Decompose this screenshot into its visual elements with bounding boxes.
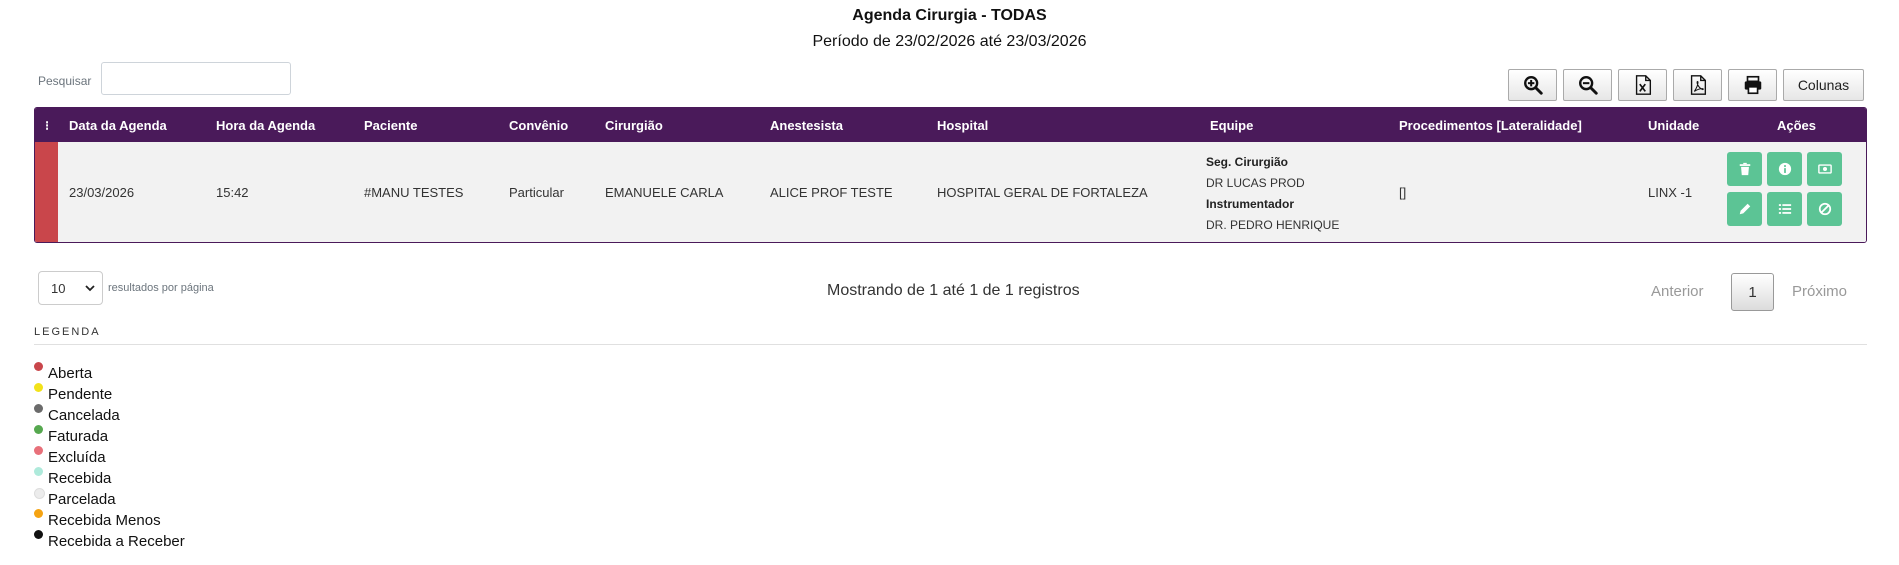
info-icon xyxy=(1778,162,1791,176)
cell-insurance: Particular xyxy=(509,185,564,200)
excel-icon xyxy=(1635,75,1651,95)
cell-date: 23/03/2026 xyxy=(69,185,135,200)
legend-label: Cancelada xyxy=(48,407,120,424)
legend-dot xyxy=(34,425,43,434)
cancel-button[interactable] xyxy=(1807,192,1842,226)
columns-button[interactable]: Colunas xyxy=(1783,69,1864,101)
cell-hospital: HOSPITAL GERAL DE FORTALEZA xyxy=(937,185,1148,200)
zoom-in-icon xyxy=(1523,76,1543,95)
col-team[interactable]: Equipe xyxy=(1210,118,1253,133)
col-anesthetist[interactable]: Anestesista xyxy=(770,118,843,133)
period-subtitle: Período de 23/02/2026 até 23/03/2026 xyxy=(812,33,1087,50)
table-header: ⁝ Data da Agenda Hora da Agenda Paciente… xyxy=(35,108,1866,142)
zoom-in-button[interactable] xyxy=(1508,69,1557,101)
cell-anesthetist: ALICE PROF TESTE xyxy=(770,185,893,200)
cell-surgeon: EMANUELE CARLA xyxy=(605,185,724,200)
trash-icon xyxy=(1739,162,1750,176)
legend-label: Parcelada xyxy=(48,491,116,508)
cell-team: Seg. Cirurgião DR LUCAS PROD Instrumenta… xyxy=(1206,152,1339,236)
legend-dot xyxy=(34,404,43,413)
col-procedures[interactable]: Procedimentos [Lateralidade] xyxy=(1399,118,1582,133)
legend-label: Aberta xyxy=(48,365,93,382)
cell-time: 15:42 xyxy=(216,185,249,200)
col-time[interactable]: Hora da Agenda xyxy=(216,118,315,133)
records-info: Mostrando de 1 até 1 de 1 registros xyxy=(827,282,1080,299)
legend-dot xyxy=(34,362,43,371)
team-role: Seg. Cirurgião xyxy=(1206,155,1289,169)
table-row[interactable]: 23/03/2026 15:42 #MANU TESTES Particular… xyxy=(35,142,1866,242)
cell-patient: #MANU TESTES xyxy=(364,185,464,200)
ban-icon xyxy=(1818,202,1831,216)
info-button[interactable] xyxy=(1767,152,1802,186)
billing-button[interactable] xyxy=(1807,152,1842,186)
legend-dot xyxy=(34,530,43,539)
legend-label: Recebida Menos xyxy=(48,512,161,529)
pdf-icon xyxy=(1690,75,1706,95)
legend-divider xyxy=(34,344,1867,345)
search-input[interactable] xyxy=(101,62,291,95)
col-date[interactable]: Data da Agenda xyxy=(69,118,167,133)
edit-button[interactable] xyxy=(1727,192,1762,226)
col-unit[interactable]: Unidade xyxy=(1648,118,1699,133)
team-member: DR. PEDRO HENRIQUE xyxy=(1206,218,1340,232)
legend-dot xyxy=(34,509,43,518)
header-grip[interactable]: ⁝ xyxy=(45,118,49,134)
per-page-label: resultados por página xyxy=(108,282,214,294)
money-icon xyxy=(1817,164,1832,174)
col-patient[interactable]: Paciente xyxy=(364,118,417,133)
legend-label: Pendente xyxy=(48,386,113,403)
legend-title: LEGENDA xyxy=(34,326,101,338)
legend-label: Recebida a Receber xyxy=(48,533,185,550)
per-page-select[interactable]: 10 xyxy=(38,271,103,305)
col-hospital[interactable]: Hospital xyxy=(937,118,988,133)
page-title: Agenda Cirurgia - TODAS xyxy=(852,7,1047,24)
page-1-button[interactable]: 1 xyxy=(1731,273,1774,311)
col-actions: Ações xyxy=(1777,118,1817,133)
zoom-out-icon xyxy=(1578,76,1598,95)
legend-dot xyxy=(34,446,43,455)
col-insurance[interactable]: Convênio xyxy=(509,118,568,133)
delete-button[interactable] xyxy=(1727,152,1762,186)
legend-dot xyxy=(34,467,43,476)
zoom-out-button[interactable] xyxy=(1563,69,1612,101)
team-role: Instrumentador xyxy=(1206,197,1295,211)
print-icon xyxy=(1744,75,1761,95)
team-member: DR LUCAS PROD xyxy=(1206,176,1305,190)
next-page-link[interactable]: Próximo xyxy=(1792,283,1847,300)
legend-dot xyxy=(34,488,45,499)
details-list-button[interactable] xyxy=(1767,192,1802,226)
cell-unit: LINX -1 xyxy=(1648,185,1693,200)
export-excel-button[interactable] xyxy=(1618,69,1667,101)
list-icon xyxy=(1778,204,1791,214)
surgery-table: ⁝ Data da Agenda Hora da Agenda Paciente… xyxy=(34,107,1867,243)
export-pdf-button[interactable] xyxy=(1673,69,1722,101)
legend-dot xyxy=(34,383,43,392)
legend-label: Faturada xyxy=(48,428,109,445)
col-surgeon[interactable]: Cirurgião xyxy=(605,118,663,133)
legend-label: Recebida xyxy=(48,470,112,487)
print-button[interactable] xyxy=(1728,69,1777,101)
legend-label: Excluída xyxy=(48,449,106,466)
per-page-value: 10 xyxy=(51,281,66,296)
prev-page-link[interactable]: Anterior xyxy=(1651,283,1704,300)
status-indicator xyxy=(35,142,58,242)
edit-icon xyxy=(1739,203,1750,215)
chevron-down-icon xyxy=(85,285,95,292)
cell-procedures: [] xyxy=(1399,185,1407,200)
search-label: Pesquisar xyxy=(38,74,92,88)
